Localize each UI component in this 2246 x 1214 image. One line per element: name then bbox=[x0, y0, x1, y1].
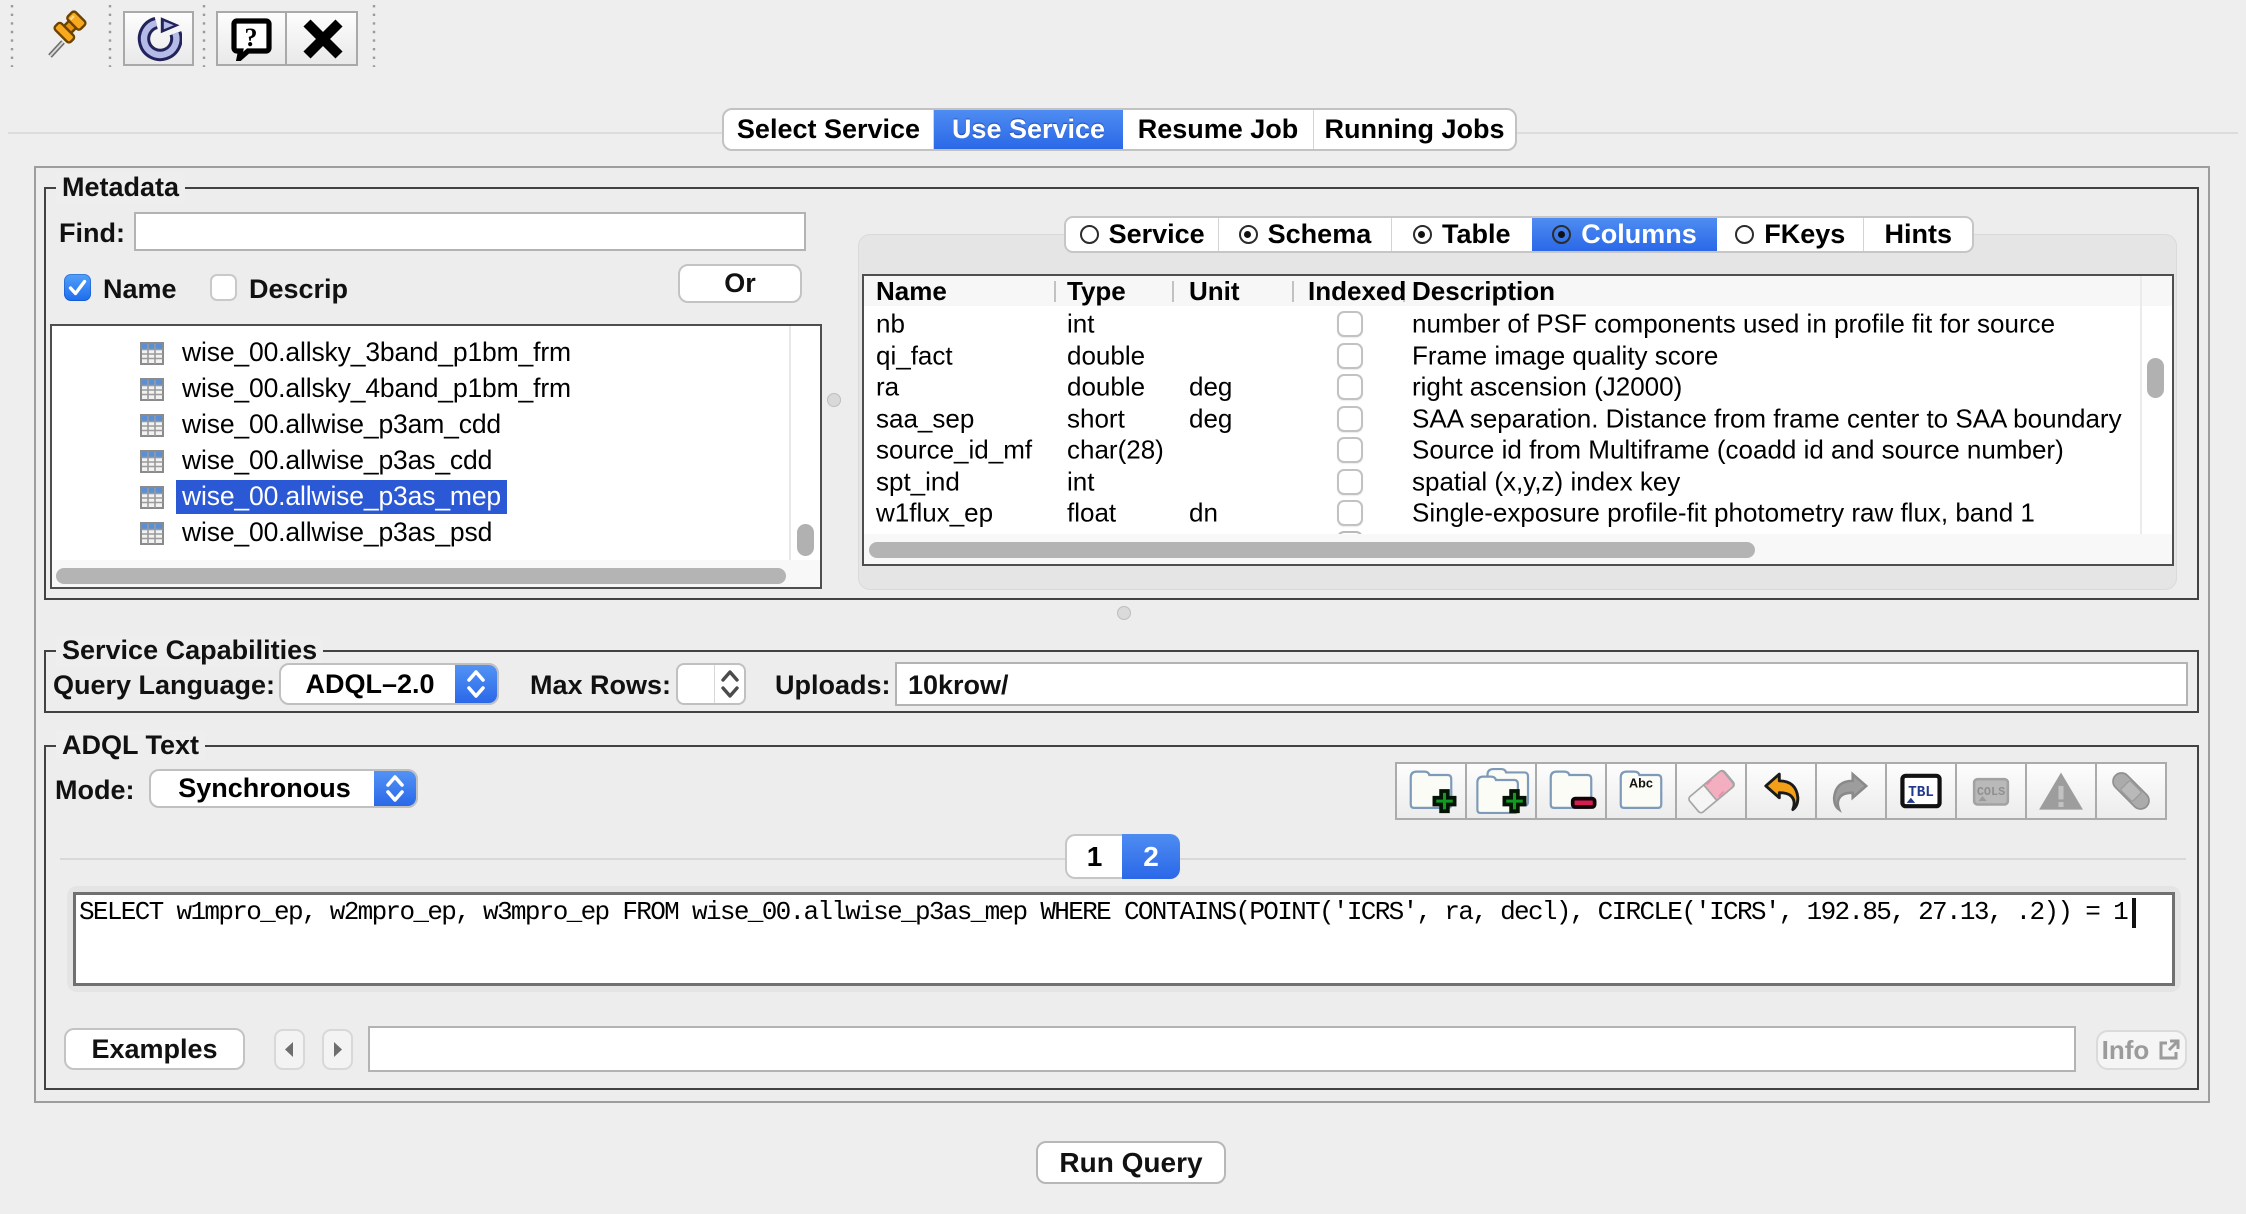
svg-text:TBL: TBL bbox=[1908, 785, 1934, 801]
svg-text:Abc: Abc bbox=[1629, 777, 1653, 791]
svg-text:COLS: COLS bbox=[1977, 785, 2005, 799]
svg-text:?: ? bbox=[245, 23, 258, 52]
